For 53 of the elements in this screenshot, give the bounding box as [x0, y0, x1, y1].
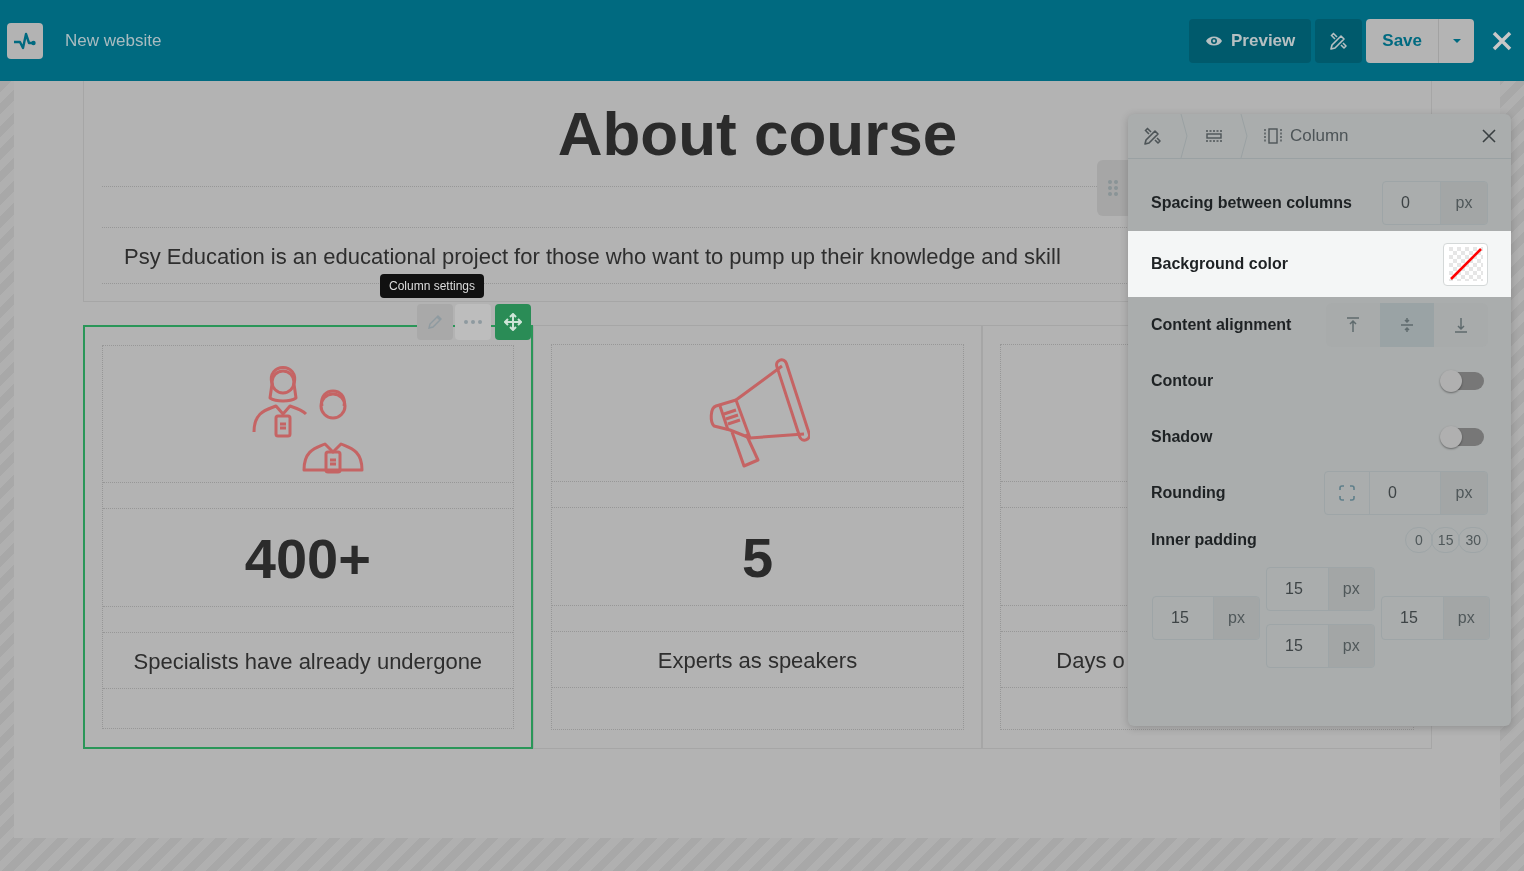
panel-close-button[interactable]: [1481, 128, 1497, 144]
save-button[interactable]: Save: [1366, 18, 1438, 63]
toggle-switch[interactable]: [1442, 428, 1484, 446]
panel-title: Column: [1290, 125, 1350, 148]
more-button[interactable]: [455, 304, 491, 340]
setting-label: Content alignment: [1151, 315, 1292, 335]
site-title: New website: [65, 29, 162, 52]
tooltip: Column settings: [380, 274, 485, 298]
corners-icon: [1339, 485, 1355, 501]
align-top-icon: [1345, 317, 1361, 333]
app-logo[interactable]: [7, 22, 43, 59]
number-field[interactable]: 15 px: [1266, 624, 1375, 668]
section-icon: [1205, 129, 1223, 143]
section-crumb[interactable]: [1204, 128, 1224, 144]
move-button[interactable]: [495, 304, 531, 340]
number-field[interactable]: 15 px: [1266, 567, 1375, 611]
column-card[interactable]: 5 Experts as speakers: [532, 325, 983, 749]
setting-label: Inner padding: [1151, 530, 1257, 550]
stat-number: 400+: [103, 508, 513, 607]
drag-handle[interactable]: [1097, 160, 1128, 216]
pulse-icon: [13, 30, 37, 51]
grip-icon: [1107, 179, 1118, 197]
no-color-icon: [1448, 247, 1483, 281]
pencil-ruler-icon: [1328, 30, 1349, 51]
setting-label: Rounding: [1151, 483, 1226, 503]
pencil-icon: [427, 314, 443, 330]
number-field[interactable]: 15 px: [1381, 595, 1490, 640]
preview-button[interactable]: Preview: [1189, 18, 1312, 63]
design-button[interactable]: [1315, 18, 1363, 63]
align-bottom-icon: [1453, 317, 1469, 333]
number-field[interactable]: 15 px: [1152, 595, 1260, 640]
align-middle-icon: [1399, 317, 1415, 333]
setting-label: Contour: [1151, 371, 1214, 391]
toggle-switch[interactable]: [1442, 372, 1484, 390]
dots-icon: [464, 320, 482, 324]
design-crumb[interactable]: [1142, 125, 1164, 147]
stat-number: 5: [551, 507, 964, 606]
pencil-ruler-icon: [1143, 126, 1163, 146]
stat-caption: Experts as speakers: [551, 631, 964, 688]
caret-icon: [1451, 37, 1462, 44]
column-icon: [1264, 128, 1282, 144]
number-field[interactable]: 0 px: [1382, 181, 1488, 225]
setting-label: Spacing between columns: [1151, 193, 1352, 213]
color-swatch[interactable]: [1443, 242, 1488, 286]
stat-caption: Specialists have already undergone: [103, 632, 513, 689]
number-field[interactable]: 0 px: [1324, 471, 1488, 515]
alignment-option[interactable]: [1380, 303, 1434, 347]
setting-label: Background color: [1151, 254, 1288, 274]
setting-label: Shadow: [1151, 427, 1213, 447]
move-icon: [504, 313, 522, 331]
close-icon: [1491, 29, 1513, 52]
close-icon: [1482, 129, 1496, 143]
save-options-button[interactable]: [1438, 18, 1474, 63]
